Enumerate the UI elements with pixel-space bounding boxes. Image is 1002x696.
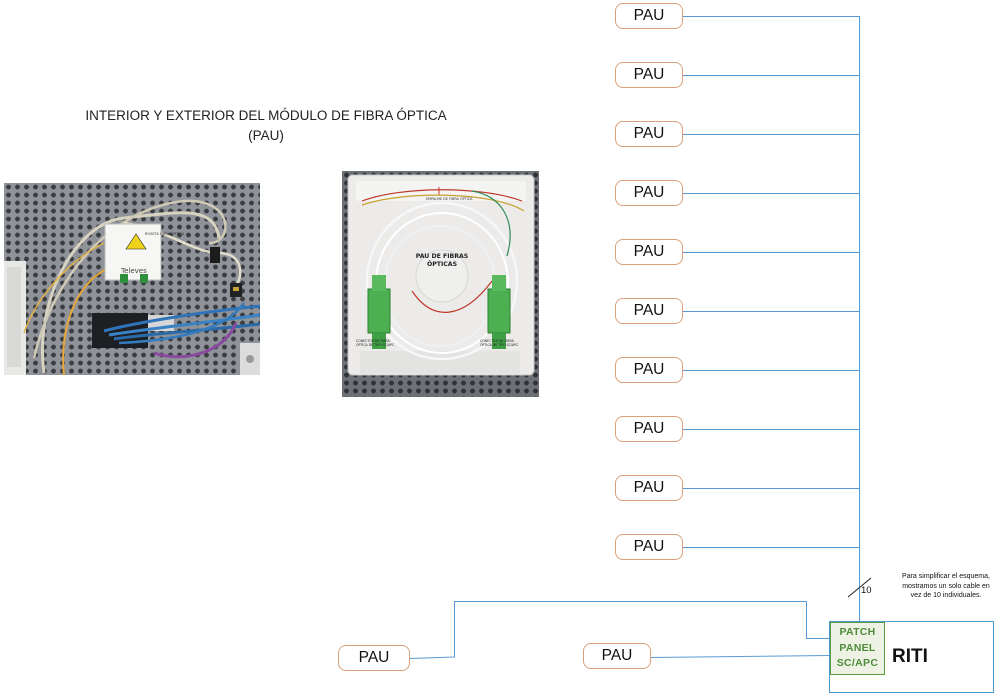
- pau-interior-photo: EMPALME DE FIBRA ÓPTICA PAU DE FIBRAS ÓP…: [342, 171, 539, 397]
- patch-panel-line-3: SC/APC: [836, 657, 879, 669]
- pau-exterior-photo: ROSETA FIBRA ÓPTICA Televes: [4, 183, 260, 375]
- pau-box: PAU: [615, 534, 683, 560]
- pau-box: PAU: [615, 298, 683, 324]
- patch-panel-line-1: PATCH: [839, 626, 876, 638]
- patch-panel-line-2: PANEL: [839, 641, 876, 654]
- right-connector-label-2: ÓPTICA DE TIPO SC/APC: [480, 342, 519, 347]
- brand-label: Televes: [120, 267, 147, 275]
- pau-box: PAU: [615, 239, 683, 265]
- pau-box: PAU: [615, 357, 683, 383]
- simplification-note: Para simplificar el esquema, mostramos u…: [902, 573, 990, 599]
- cable-count-label: 10: [861, 585, 872, 596]
- pau-box: PAU: [338, 645, 410, 671]
- pau-box: PAU: [615, 180, 683, 206]
- left-connector-label-2: ÓPTICA DE TIPO SC/APC: [356, 342, 395, 347]
- pau-box: PAU: [615, 416, 683, 442]
- patch-panel: PATCH PANEL SC/APC: [830, 622, 885, 675]
- pau-box: PAU: [583, 643, 651, 669]
- riti-label: RITI: [892, 646, 928, 667]
- pau-box: PAU: [615, 475, 683, 501]
- pau-exterior-illustration: ROSETA FIBRA ÓPTICA Televes: [4, 199, 260, 375]
- pau-interior-illustration: EMPALME DE FIBRA ÓPTICA PAU DE FIBRAS ÓP…: [347, 174, 535, 376]
- pau-box: PAU: [615, 62, 683, 88]
- riti-cable-2: [650, 655, 831, 658]
- interior-center-label-2: ÓPTICAS: [427, 259, 457, 268]
- rosette-label: ROSETA FIBRA ÓPTICA: [145, 231, 185, 236]
- pau-box: PAU: [615, 3, 683, 29]
- interior-center-label-1: PAU DE FIBRAS: [416, 253, 469, 260]
- pau-box: PAU: [615, 121, 683, 147]
